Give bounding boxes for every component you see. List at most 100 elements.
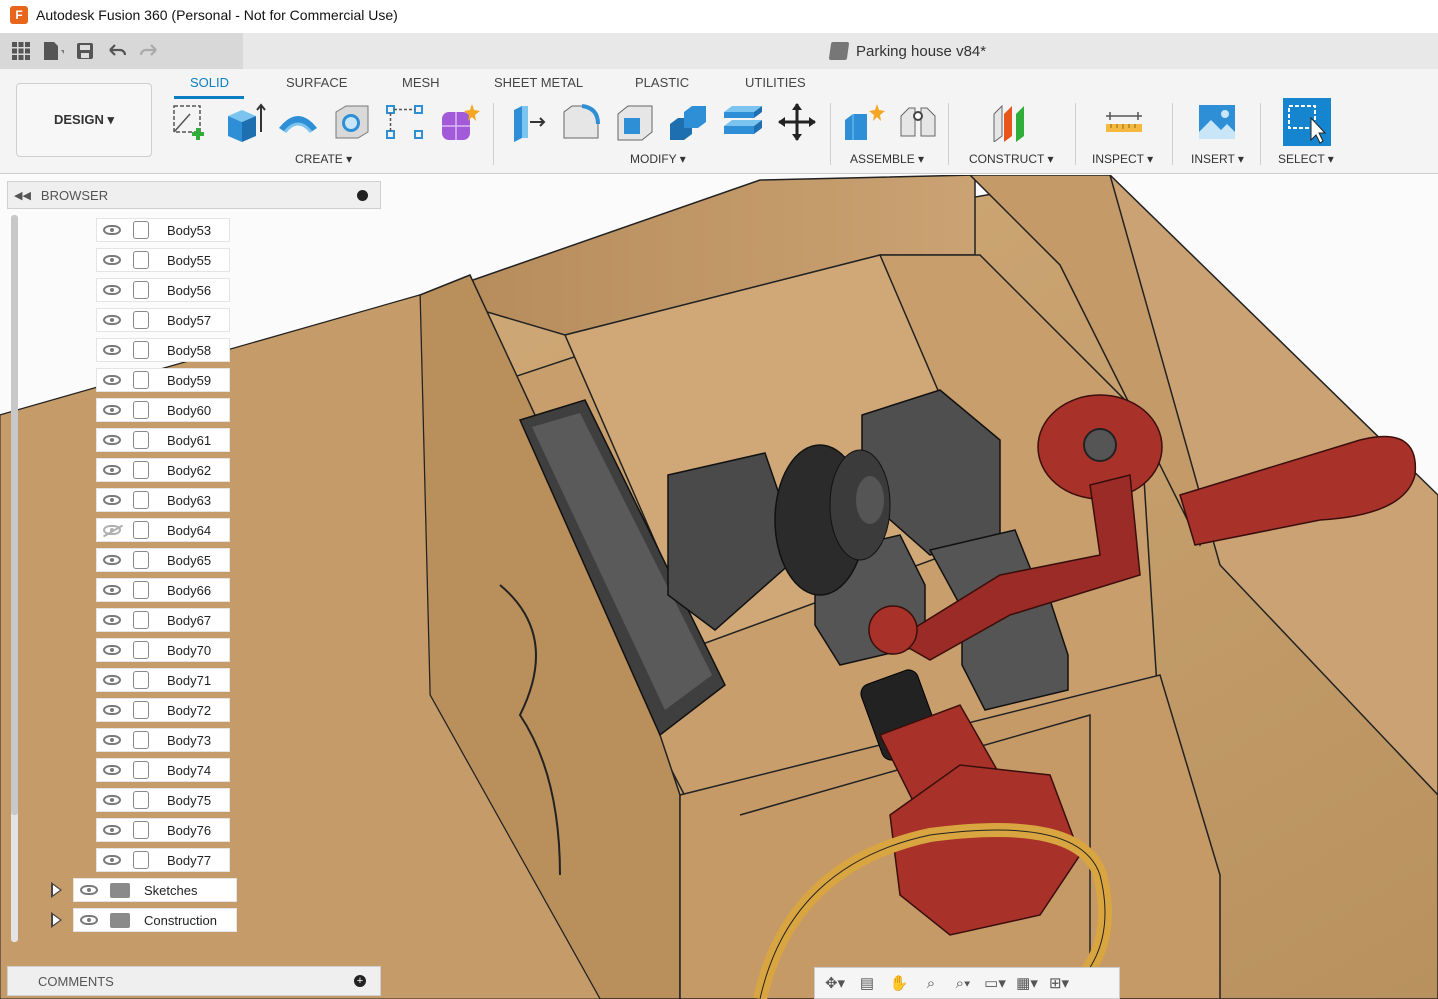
visibility-eye-icon[interactable] xyxy=(103,435,121,445)
modify-menu[interactable]: MODIFY ▾ xyxy=(630,152,686,166)
browser-body-row[interactable]: Body74 xyxy=(96,758,230,782)
visibility-eye-icon[interactable] xyxy=(103,615,121,625)
browser-body-row[interactable]: Body77 xyxy=(96,848,230,872)
browser-body-row[interactable]: Body61 xyxy=(96,428,230,452)
pan-icon[interactable]: ✋ xyxy=(885,971,913,995)
visibility-eye-icon[interactable] xyxy=(103,255,121,265)
measure-icon[interactable] xyxy=(1103,102,1145,142)
display-settings-icon[interactable]: ▭▾ xyxy=(981,971,1009,995)
browser-body-row[interactable]: Body55 xyxy=(96,248,230,272)
offset-plane-icon[interactable] xyxy=(990,102,1032,142)
look-at-icon[interactable]: ▤ xyxy=(853,971,881,995)
fillet-icon[interactable] xyxy=(560,102,602,142)
browser-body-row[interactable]: Body76 xyxy=(96,818,230,842)
split-body-icon[interactable] xyxy=(722,102,764,142)
browser-minimize-icon[interactable] xyxy=(357,189,368,201)
browser-body-row[interactable]: Body65 xyxy=(96,548,230,572)
browser-body-row[interactable]: Body64 xyxy=(96,518,230,542)
joint-icon[interactable] xyxy=(897,102,939,142)
zoom-icon[interactable]: ⌕ xyxy=(917,971,945,995)
visibility-eye-icon[interactable] xyxy=(103,285,121,295)
grid-settings-icon[interactable]: ▦▾ xyxy=(1013,971,1041,995)
select-icon[interactable] xyxy=(1283,98,1331,146)
visibility-eye-icon[interactable] xyxy=(103,675,121,685)
save-icon[interactable] xyxy=(74,40,96,62)
tab-sheet-metal[interactable]: SHEET METAL xyxy=(494,75,583,90)
visibility-eye-icon[interactable] xyxy=(103,375,121,385)
browser-body-row[interactable]: Body53 xyxy=(96,218,230,242)
move-icon[interactable] xyxy=(776,102,818,142)
browser-scrollbar-thumb[interactable] xyxy=(11,215,18,815)
browser-body-row[interactable]: Body71 xyxy=(96,668,230,692)
visibility-eye-icon[interactable] xyxy=(103,555,121,565)
new-component-icon[interactable] xyxy=(843,102,885,142)
revolve-icon[interactable] xyxy=(277,102,319,142)
browser-folder-row[interactable]: Sketches xyxy=(73,878,237,902)
collapse-browser-icon[interactable]: ◀◀ xyxy=(14,189,31,202)
expand-arrow-icon[interactable] xyxy=(51,882,62,898)
visibility-eye-icon[interactable] xyxy=(103,585,121,595)
undo-icon[interactable] xyxy=(106,40,128,62)
tab-utilities[interactable]: UTILITIES xyxy=(745,75,806,90)
browser-body-row[interactable]: Body59 xyxy=(96,368,230,392)
shell-icon[interactable] xyxy=(614,102,656,142)
viewports-icon[interactable]: ⊞▾ xyxy=(1045,971,1073,995)
browser-body-row[interactable]: Body60 xyxy=(96,398,230,422)
combine-icon[interactable] xyxy=(668,102,710,142)
create-menu[interactable]: CREATE ▾ xyxy=(295,152,352,166)
visibility-eye-icon[interactable] xyxy=(103,495,121,505)
browser-body-row[interactable]: Body57 xyxy=(96,308,230,332)
browser-folder-row[interactable]: Construction xyxy=(73,908,237,932)
tab-solid[interactable]: SOLID xyxy=(190,75,229,90)
visibility-eye-icon[interactable] xyxy=(103,795,121,805)
visibility-eye-icon[interactable] xyxy=(80,885,98,895)
body-label: Body53 xyxy=(167,222,212,238)
browser-body-row[interactable]: Body66 xyxy=(96,578,230,602)
redo-icon[interactable] xyxy=(138,40,160,62)
zoom-window-icon[interactable]: ⌕▾ xyxy=(949,971,977,995)
expand-arrow-icon[interactable] xyxy=(51,912,62,928)
insert-image-icon[interactable] xyxy=(1196,102,1238,142)
inspect-menu[interactable]: INSPECT ▾ xyxy=(1092,152,1153,166)
workspace-switcher[interactable]: DESIGN ▾ xyxy=(16,83,152,157)
tab-surface[interactable]: SURFACE xyxy=(286,75,347,90)
rectangular-pattern-icon[interactable] xyxy=(384,102,426,142)
visibility-hidden-icon[interactable] xyxy=(103,525,121,535)
visibility-eye-icon[interactable] xyxy=(103,645,121,655)
select-menu[interactable]: SELECT ▾ xyxy=(1278,152,1334,166)
browser-body-row[interactable]: Body67 xyxy=(96,608,230,632)
tab-plastic[interactable]: PLASTIC xyxy=(635,75,689,90)
construct-menu[interactable]: CONSTRUCT ▾ xyxy=(969,152,1053,166)
orbit-icon[interactable]: ✥▾ xyxy=(821,971,849,995)
add-comment-icon[interactable]: + xyxy=(354,975,366,987)
visibility-eye-icon[interactable] xyxy=(103,315,121,325)
create-sketch-icon[interactable] xyxy=(170,102,212,142)
visibility-eye-icon[interactable] xyxy=(103,705,121,715)
assemble-menu[interactable]: ASSEMBLE ▾ xyxy=(850,152,924,166)
visibility-eye-icon[interactable] xyxy=(103,825,121,835)
visibility-eye-icon[interactable] xyxy=(103,855,121,865)
browser-body-row[interactable]: Body63 xyxy=(96,488,230,512)
hole-icon[interactable] xyxy=(330,102,372,142)
browser-body-row[interactable]: Body56 xyxy=(96,278,230,302)
visibility-eye-icon[interactable] xyxy=(103,405,121,415)
browser-body-row[interactable]: Body70 xyxy=(96,638,230,662)
extrude-icon[interactable] xyxy=(224,102,266,142)
visibility-eye-icon[interactable] xyxy=(103,345,121,355)
press-pull-icon[interactable] xyxy=(506,102,548,142)
tab-mesh[interactable]: MESH xyxy=(402,75,440,90)
insert-menu[interactable]: INSERT ▾ xyxy=(1191,152,1244,166)
browser-body-row[interactable]: Body75 xyxy=(96,788,230,812)
browser-body-row[interactable]: Body62 xyxy=(96,458,230,482)
grid-icon[interactable] xyxy=(10,40,32,62)
file-icon[interactable] xyxy=(42,40,64,62)
visibility-eye-icon[interactable] xyxy=(80,915,98,925)
visibility-eye-icon[interactable] xyxy=(103,765,121,775)
browser-body-row[interactable]: Body73 xyxy=(96,728,230,752)
form-icon[interactable] xyxy=(438,102,480,142)
visibility-eye-icon[interactable] xyxy=(103,225,121,235)
browser-body-row[interactable]: Body72 xyxy=(96,698,230,722)
browser-body-row[interactable]: Body58 xyxy=(96,338,230,362)
visibility-eye-icon[interactable] xyxy=(103,465,121,475)
visibility-eye-icon[interactable] xyxy=(103,735,121,745)
